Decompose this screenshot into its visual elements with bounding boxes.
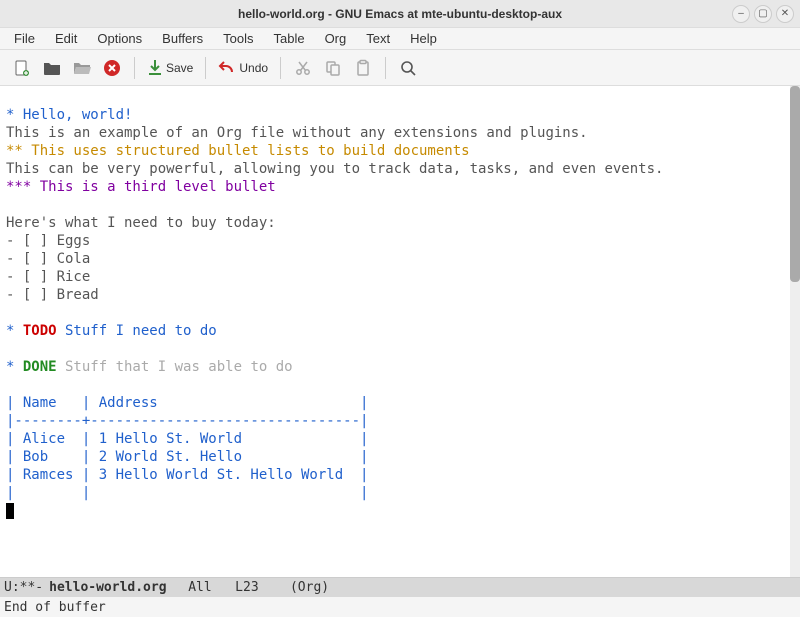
paste-icon bbox=[354, 59, 372, 77]
menu-file[interactable]: File bbox=[4, 29, 45, 48]
table-row: | | | bbox=[6, 485, 368, 501]
close-icon bbox=[103, 59, 121, 77]
text-line: This can be very powerful, allowing you … bbox=[6, 161, 663, 177]
folder-icon bbox=[42, 59, 62, 77]
close-button[interactable]: ✕ bbox=[776, 5, 794, 23]
org-heading-1: * bbox=[6, 323, 23, 339]
open-file-button[interactable] bbox=[38, 54, 66, 82]
todo-title: Stuff I need to do bbox=[57, 323, 217, 339]
checkbox-item: - [ ] Bread bbox=[6, 287, 99, 303]
toolbar: Save Undo bbox=[0, 50, 800, 86]
table-separator: |--------+------------------------------… bbox=[6, 413, 368, 429]
kill-buffer-button[interactable] bbox=[98, 54, 126, 82]
table-row: | Bob | 2 World St. Hello | bbox=[6, 449, 368, 465]
menu-edit[interactable]: Edit bbox=[45, 29, 87, 48]
org-heading-3: *** This is a third level bullet bbox=[6, 179, 276, 195]
org-heading-2: ** This uses structured bullet lists to … bbox=[6, 143, 470, 159]
toolbar-separator bbox=[385, 57, 386, 79]
menu-org[interactable]: Org bbox=[315, 29, 357, 48]
copy-icon bbox=[324, 59, 342, 77]
minimize-button[interactable]: – bbox=[732, 5, 750, 23]
minibuffer[interactable]: End of buffer bbox=[0, 597, 800, 617]
dired-button[interactable] bbox=[68, 54, 96, 82]
copy-button[interactable] bbox=[319, 54, 347, 82]
undo-button[interactable]: Undo bbox=[214, 54, 272, 82]
toolbar-separator bbox=[280, 57, 281, 79]
checkbox-item: - [ ] Rice bbox=[6, 269, 90, 285]
toolbar-separator bbox=[205, 57, 206, 79]
undo-icon bbox=[218, 60, 236, 76]
org-heading-1: * Hello, world! bbox=[6, 107, 132, 123]
window-title: hello-world.org - GNU Emacs at mte-ubunt… bbox=[238, 7, 562, 21]
text-line: Here's what I need to buy today: bbox=[6, 215, 276, 231]
scissors-icon bbox=[294, 59, 312, 77]
table-row: | Alice | 1 Hello St. World | bbox=[6, 431, 368, 447]
menu-text[interactable]: Text bbox=[356, 29, 400, 48]
paste-button[interactable] bbox=[349, 54, 377, 82]
menu-options[interactable]: Options bbox=[87, 29, 152, 48]
cursor bbox=[6, 503, 14, 519]
maximize-button[interactable]: ▢ bbox=[754, 5, 772, 23]
scrollbar[interactable] bbox=[790, 86, 800, 577]
new-file-icon bbox=[13, 59, 31, 77]
editor-buffer[interactable]: * Hello, world! This is an example of an… bbox=[0, 86, 800, 577]
checkbox-item: - [ ] Eggs bbox=[6, 233, 90, 249]
modeline-buffer-name: hello-world.org bbox=[49, 580, 166, 595]
todo-keyword: TODO bbox=[23, 323, 57, 339]
save-label: Save bbox=[166, 61, 193, 75]
modeline[interactable]: U:**- hello-world.org All L23 (Org) bbox=[0, 577, 800, 597]
modeline-position: All bbox=[188, 580, 211, 595]
search-button[interactable] bbox=[394, 54, 422, 82]
new-file-button[interactable] bbox=[8, 54, 36, 82]
cut-button[interactable] bbox=[289, 54, 317, 82]
window-controls: – ▢ ✕ bbox=[732, 5, 794, 23]
modeline-mode: (Org) bbox=[290, 580, 329, 595]
menu-help[interactable]: Help bbox=[400, 29, 447, 48]
save-icon bbox=[147, 59, 163, 77]
undo-label: Undo bbox=[239, 61, 268, 75]
toolbar-separator bbox=[134, 57, 135, 79]
org-heading-1: * bbox=[6, 359, 23, 375]
folder-open-icon bbox=[72, 59, 92, 77]
menu-table[interactable]: Table bbox=[263, 29, 314, 48]
minibuffer-message: End of buffer bbox=[4, 600, 106, 615]
text-line: This is an example of an Org file withou… bbox=[6, 125, 588, 141]
table-row: | Ramces | 3 Hello World St. Hello World… bbox=[6, 467, 368, 483]
menu-tools[interactable]: Tools bbox=[213, 29, 263, 48]
save-button[interactable]: Save bbox=[143, 54, 197, 82]
titlebar: hello-world.org - GNU Emacs at mte-ubunt… bbox=[0, 0, 800, 28]
checkbox-item: - [ ] Cola bbox=[6, 251, 90, 267]
scrollbar-thumb[interactable] bbox=[790, 86, 800, 282]
table-header: | Name | Address | bbox=[6, 395, 368, 411]
menu-buffers[interactable]: Buffers bbox=[152, 29, 213, 48]
done-title: Stuff that I was able to do bbox=[57, 359, 293, 375]
done-keyword: DONE bbox=[23, 359, 57, 375]
search-icon bbox=[399, 59, 417, 77]
modeline-status: U:**- bbox=[4, 580, 43, 595]
modeline-line: L23 bbox=[235, 580, 258, 595]
menubar: File Edit Options Buffers Tools Table Or… bbox=[0, 28, 800, 50]
